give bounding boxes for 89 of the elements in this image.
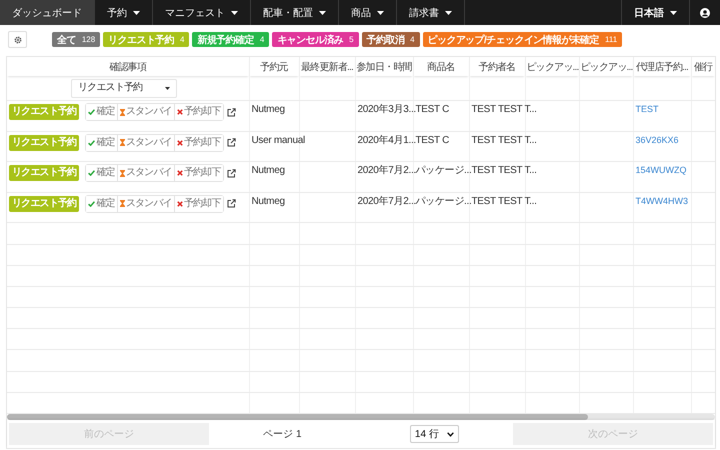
column-header: 予約元 — [249, 57, 299, 76]
table-cell: Nutmeg — [252, 104, 285, 115]
agency-reference-link[interactable]: T4WW4HW3 — [636, 196, 688, 206]
table-cell: 2020年7月2... — [358, 165, 416, 176]
hourglass-icon — [120, 200, 125, 208]
caret-icon — [319, 10, 326, 14]
language-menu[interactable]: 日本語 — [621, 0, 690, 25]
horizontal-scrollbar[interactable] — [7, 414, 715, 420]
table-cell: Nutmeg — [252, 196, 285, 207]
nav-menu-item[interactable]: 商品 — [339, 0, 397, 25]
hourglass-icon — [120, 139, 125, 146]
action-button[interactable]: 確定 — [86, 196, 118, 212]
action-button[interactable]: 確定 — [86, 165, 118, 182]
table-cell: TEST TEST T... — [472, 196, 537, 207]
table-cell: 2020年4月1... — [358, 134, 416, 146]
rows-per-page-select[interactable]: 14 行 — [410, 425, 459, 443]
caret-icon — [377, 10, 384, 14]
column-header: 代理店予約... — [633, 57, 691, 76]
close-icon — [176, 200, 183, 207]
hourglass-icon — [120, 108, 125, 116]
external-link-icon[interactable] — [226, 108, 236, 116]
settings-button[interactable] — [8, 31, 27, 48]
close-icon — [176, 170, 183, 176]
check-icon — [88, 140, 96, 146]
external-link-icon[interactable] — [226, 199, 236, 208]
column-header: 商品名 — [413, 57, 469, 76]
nav-menu-item[interactable]: 予約 — [95, 0, 153, 25]
caret-icon — [445, 10, 452, 14]
action-button[interactable]: 確定 — [86, 104, 118, 120]
table-cell: TEST C — [416, 134, 450, 146]
nav-menu-item[interactable]: ダッシュボード — [0, 0, 95, 25]
caret-icon — [133, 10, 140, 14]
table-cell: TEST TEST T... — [472, 165, 537, 176]
caret-icon — [231, 10, 238, 14]
status-filter-dropdown[interactable]: リクエスト予約 — [71, 78, 177, 98]
filter-badge[interactable]: ピックアップ/チェックイン情報が未確定 111 — [422, 32, 622, 47]
nav-menu-item[interactable]: 配車・配置 — [251, 0, 339, 25]
filter-badge[interactable]: 全て 128 — [52, 32, 100, 47]
table-cell: User manual — [252, 134, 305, 146]
check-icon — [88, 200, 96, 207]
check-icon — [88, 109, 96, 115]
agency-reference-link[interactable]: 36V26KX6 — [636, 134, 679, 145]
action-button[interactable]: 予約却下 — [174, 196, 223, 212]
table-cell: パッケージ... — [416, 196, 472, 207]
filter-badge[interactable]: 予約取消 4 — [362, 32, 420, 47]
action-button[interactable]: 予約却下 — [174, 165, 223, 182]
action-button[interactable]: スタンバイ — [118, 134, 175, 151]
chevron-down-icon — [446, 432, 454, 436]
caret-icon — [670, 10, 677, 14]
caret-icon — [165, 86, 170, 90]
column-header: ピックアッ... — [525, 57, 579, 76]
close-icon — [176, 140, 183, 146]
status-badge: リクエスト予約 — [9, 104, 80, 120]
close-icon — [176, 109, 183, 115]
page-indicator: ページ 1 — [263, 428, 302, 441]
action-button[interactable]: 確定 — [86, 134, 118, 151]
status-badge: リクエスト予約 — [9, 134, 80, 151]
column-header: 参加日・時間 — [355, 57, 413, 76]
nav-menu-item[interactable]: マニフェスト — [153, 0, 251, 25]
status-badge: リクエスト予約 — [9, 165, 80, 182]
table-cell: パッケージ... — [416, 165, 472, 176]
settings-icon — [14, 36, 22, 44]
action-button[interactable]: 予約却下 — [174, 134, 223, 151]
external-link-icon[interactable] — [226, 168, 236, 178]
user-icon — [700, 8, 710, 18]
table-cell: Nutmeg — [252, 165, 285, 176]
table-cell: TEST TEST T... — [472, 104, 537, 115]
status-badge: リクエスト予約 — [9, 196, 80, 212]
agency-reference-link[interactable]: 154WUWZQ — [636, 165, 687, 176]
action-button[interactable]: スタンバイ — [118, 104, 175, 120]
action-button[interactable]: 予約却下 — [174, 104, 223, 120]
filter-badge[interactable]: 新規予約確定 4 — [192, 32, 270, 47]
filter-badge[interactable]: キャンセル済み 5 — [272, 32, 359, 47]
column-header: 確認事項 — [7, 57, 249, 76]
column-header: 催行 — [691, 57, 715, 76]
table-cell: 2020年7月2... — [358, 196, 416, 207]
table-cell: TEST C — [416, 104, 450, 115]
agency-reference-link[interactable]: TEST — [636, 104, 659, 114]
column-header: 最終更新者... — [299, 57, 355, 76]
nav-menu-item[interactable]: 請求書 — [397, 0, 465, 25]
action-button[interactable]: スタンバイ — [118, 196, 175, 212]
column-header: ピックアッ... — [579, 57, 633, 76]
hourglass-icon — [120, 170, 125, 177]
action-button[interactable]: スタンバイ — [118, 165, 175, 182]
table-cell: 2020年3月3... — [358, 104, 416, 115]
column-header: 予約者名 — [469, 57, 525, 76]
external-link-icon[interactable] — [226, 138, 236, 148]
table-cell: TEST TEST T... — [472, 134, 537, 146]
check-icon — [88, 170, 96, 176]
